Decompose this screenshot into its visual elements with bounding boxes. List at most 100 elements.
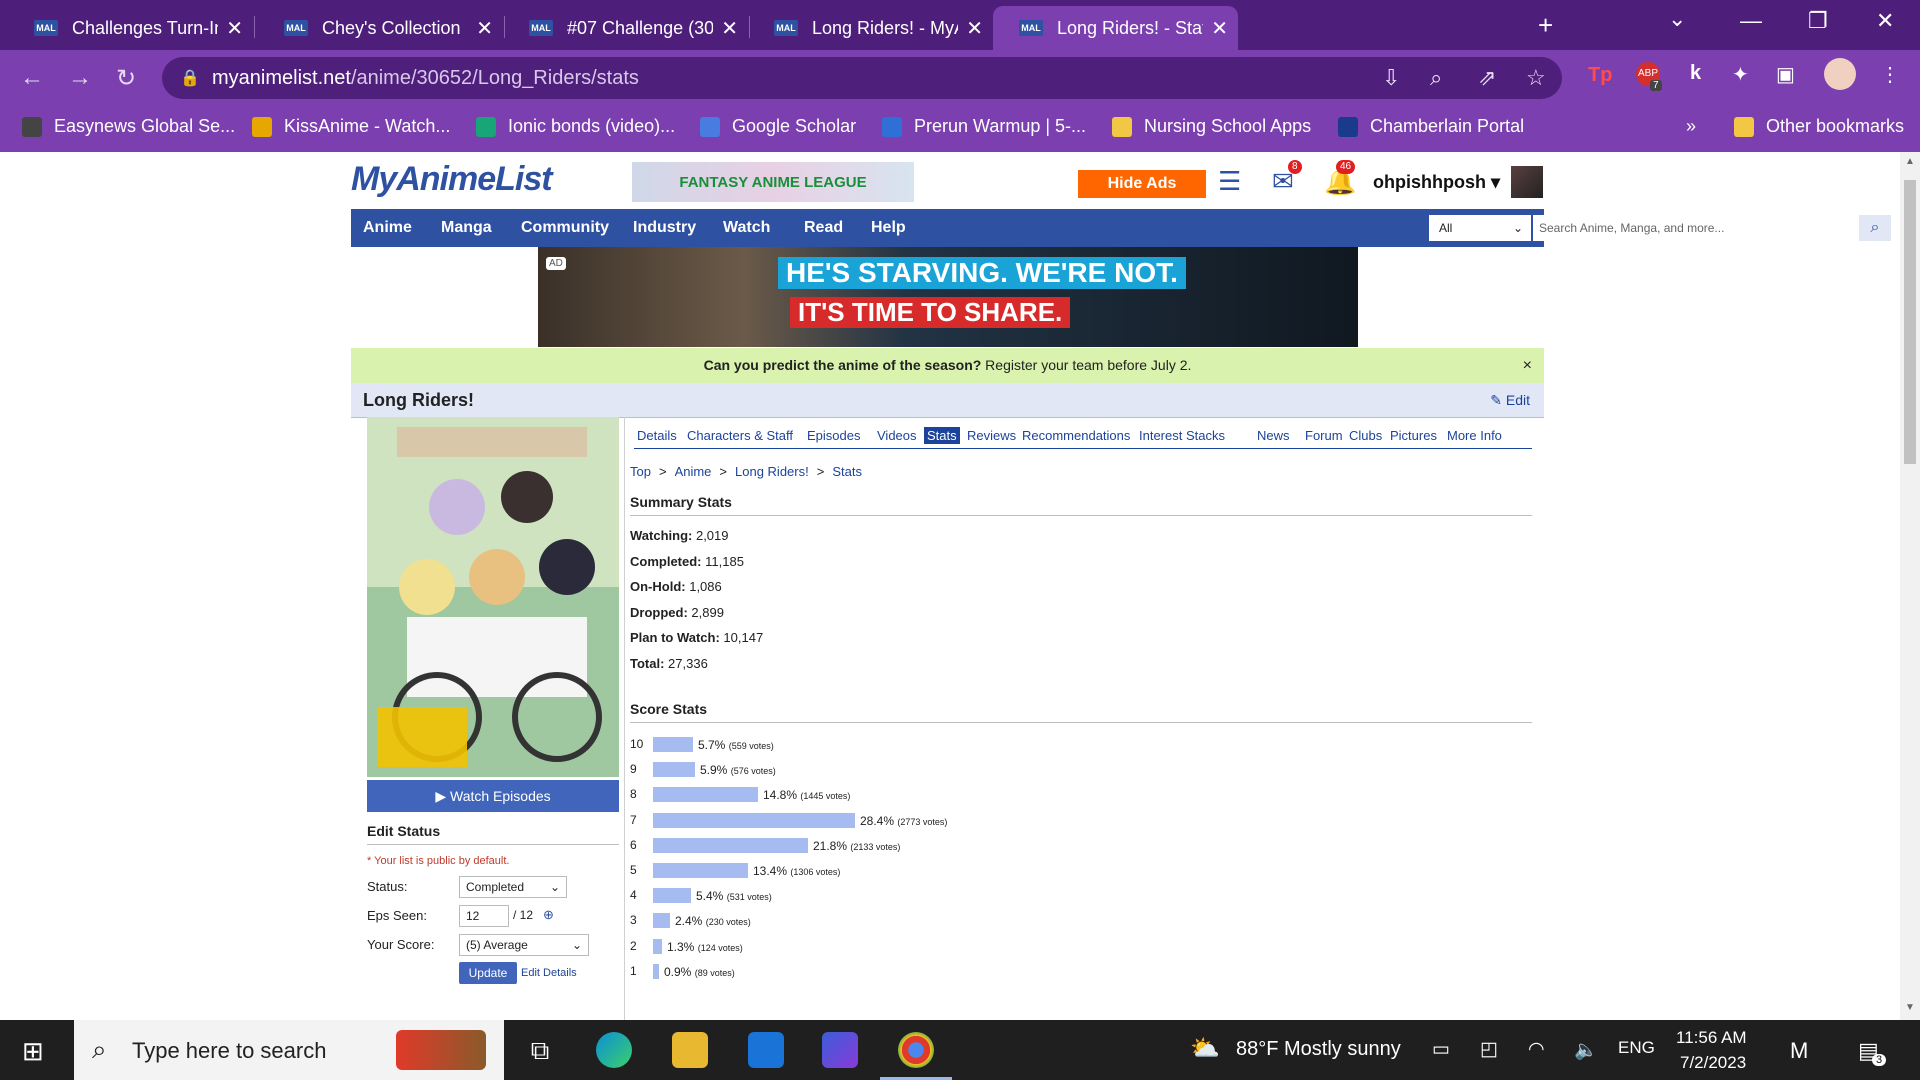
scrollbar-thumb[interactable] [1904, 180, 1916, 464]
language-indicator[interactable]: ENG [1618, 1038, 1655, 1058]
restore-button[interactable]: ❐ [1808, 8, 1828, 34]
taskbar-search-box[interactable]: ⌕ Type here to search [74, 1020, 504, 1080]
bookmark-item[interactable]: Nursing School Apps [1112, 116, 1311, 137]
minimize-button[interactable]: — [1740, 8, 1762, 34]
chrome-icon[interactable] [898, 1032, 934, 1068]
breadcrumb-link[interactable]: Long Riders! [735, 464, 809, 479]
m-app-icon[interactable]: M [1790, 1038, 1808, 1064]
weather-icon[interactable]: ⛅ [1190, 1034, 1220, 1063]
user-avatar[interactable] [1511, 166, 1543, 198]
site-nav-item[interactable]: Industry [633, 219, 696, 237]
edge-icon[interactable] [596, 1032, 632, 1068]
subnav-item[interactable]: Interest Stacks [1136, 427, 1228, 444]
k-extension-icon[interactable]: k [1690, 62, 1701, 85]
other-bookmarks[interactable]: Other bookmarks [1734, 116, 1904, 137]
clock-date[interactable]: 7/2/2023 [1680, 1053, 1746, 1073]
list-icon[interactable]: ☰ [1218, 166, 1241, 197]
search-icon[interactable]: ⌕ [1859, 215, 1891, 241]
bookmark-item[interactable]: Google Scholar [700, 116, 856, 137]
site-nav-item[interactable]: Help [871, 219, 906, 237]
site-nav-item[interactable]: Anime [363, 219, 412, 237]
edit-link[interactable]: ✎ Edit [1490, 392, 1530, 409]
scroll-up-icon[interactable]: ▲ [1905, 156, 1915, 167]
search-scope-select[interactable]: All ⌄ [1429, 215, 1531, 241]
user-menu[interactable]: ohpishhposh ▾ [1373, 172, 1500, 193]
subnav-item[interactable]: Pictures [1387, 427, 1440, 444]
status-select[interactable]: Completed ⌄ [459, 876, 567, 898]
install-app-icon[interactable]: ⇩ [1382, 65, 1400, 91]
subnav-item[interactable]: Episodes [804, 427, 863, 444]
hide-ads-button[interactable]: Hide Ads [1078, 170, 1206, 198]
breadcrumb-link[interactable]: Anime [675, 464, 712, 479]
forward-button[interactable]: → [68, 64, 92, 92]
side-panel-icon[interactable]: ▣ [1776, 62, 1795, 87]
address-bar[interactable]: 🔒 myanimelist.net/anime/30652/Long_Rider… [162, 57, 1562, 99]
close-tab-icon[interactable]: ✕ [476, 16, 493, 41]
bookmark-item[interactable]: Prerun Warmup | 5-... [882, 116, 1086, 137]
site-nav-item[interactable]: Watch [723, 219, 770, 237]
volume-icon[interactable]: 🔈 [1574, 1038, 1598, 1062]
browser-tab[interactable]: MAL Chey's Collection ✕ [258, 6, 503, 50]
close-window-button[interactable]: ✕ [1876, 8, 1894, 34]
file-explorer-icon[interactable] [672, 1032, 708, 1068]
subnav-item[interactable]: Characters & Staff [684, 427, 796, 444]
scroll-down-icon[interactable]: ▼ [1905, 1002, 1915, 1013]
page-scrollbar[interactable]: ▲ ▼ [1900, 152, 1920, 1020]
battery-icon[interactable]: ▭ [1432, 1038, 1450, 1061]
browser-tab[interactable]: MAL Long Riders! - Statistics - ✕ [993, 6, 1238, 50]
close-tab-icon[interactable]: ✕ [1211, 16, 1228, 41]
browser-tab[interactable]: MAL #07 Challenge (300 - ) - F ✕ [503, 6, 748, 50]
subnav-item[interactable]: Forum [1302, 427, 1346, 444]
update-button[interactable]: Update [459, 962, 517, 984]
close-icon[interactable]: × [1523, 348, 1532, 383]
copilot-icon[interactable] [822, 1032, 858, 1068]
share-icon[interactable]: ⇗ [1478, 65, 1496, 91]
bookmark-star-icon[interactable]: ☆ [1526, 65, 1546, 91]
subnav-item[interactable]: Reviews [964, 427, 1019, 444]
subnav-item[interactable]: Stats [924, 427, 960, 444]
watch-episodes-button[interactable]: ▶ Watch Episodes [367, 780, 619, 812]
search-input[interactable]: Search Anime, Manga, and more... [1533, 215, 1859, 241]
edit-details-link[interactable]: Edit Details [521, 967, 577, 979]
subnav-item[interactable]: Details [634, 427, 680, 444]
site-logo[interactable]: MyAnimeList [351, 160, 553, 199]
weather-text[interactable]: 88°F Mostly sunny [1236, 1038, 1401, 1061]
bookmark-item[interactable]: Chamberlain Portal [1338, 116, 1524, 137]
mail-app-icon[interactable] [748, 1032, 784, 1068]
task-view-icon[interactable]: ⧉ [522, 1032, 558, 1068]
subnav-item[interactable]: Clubs [1346, 427, 1385, 444]
browser-tab[interactable]: MAL Challenges Turn-Ins (v ✕ [8, 6, 253, 50]
banner-headline[interactable]: Can you predict the anime of the season? [704, 357, 982, 373]
breadcrumb-link[interactable]: Top [630, 464, 651, 479]
windows-start-icon[interactable]: ⊞ [22, 1036, 44, 1067]
subnav-item[interactable]: Videos [874, 427, 920, 444]
profile-avatar[interactable] [1824, 58, 1856, 90]
tp-extension-icon[interactable]: Tp [1588, 64, 1612, 87]
anime-cover-image[interactable] [367, 417, 619, 777]
browser-menu-icon[interactable]: ⋮ [1880, 62, 1900, 87]
breadcrumb-link[interactable]: Stats [832, 464, 862, 479]
back-button[interactable]: ← [20, 64, 44, 92]
meet-now-icon[interactable]: ◰ [1480, 1038, 1498, 1061]
subnav-item[interactable]: News [1254, 427, 1293, 444]
extensions-puzzle-icon[interactable]: ✦ [1732, 62, 1749, 87]
score-select[interactable]: (5) Average ⌄ [459, 934, 589, 956]
increment-icon[interactable]: ⊕ [543, 907, 554, 923]
reload-button[interactable]: ↻ [116, 64, 136, 93]
zoom-icon[interactable]: ⌕ [1430, 65, 1442, 91]
bookmark-item[interactable]: Easynews Global Se... [22, 116, 235, 137]
eps-seen-input[interactable]: 12 [459, 905, 509, 927]
bookmark-item[interactable]: KissAnime - Watch... [252, 116, 450, 137]
site-nav-item[interactable]: Read [804, 219, 843, 237]
bookmark-item[interactable]: Ionic bonds (video)... [476, 116, 675, 137]
subnav-item[interactable]: Recommendations [1019, 427, 1133, 444]
wifi-icon[interactable]: ◠ [1528, 1038, 1545, 1061]
close-tab-icon[interactable]: ✕ [226, 16, 243, 41]
ad-banner[interactable]: AD HE'S STARVING. WE'RE NOT. IT'S TIME T… [538, 247, 1358, 347]
subnav-item[interactable]: More Info [1444, 427, 1505, 444]
site-nav-item[interactable]: Manga [441, 219, 492, 237]
close-tab-icon[interactable]: ✕ [721, 16, 738, 41]
close-tab-icon[interactable]: ✕ [966, 16, 983, 41]
site-nav-item[interactable]: Community [521, 219, 609, 237]
bookmarks-overflow-button[interactable]: » [1686, 116, 1696, 137]
